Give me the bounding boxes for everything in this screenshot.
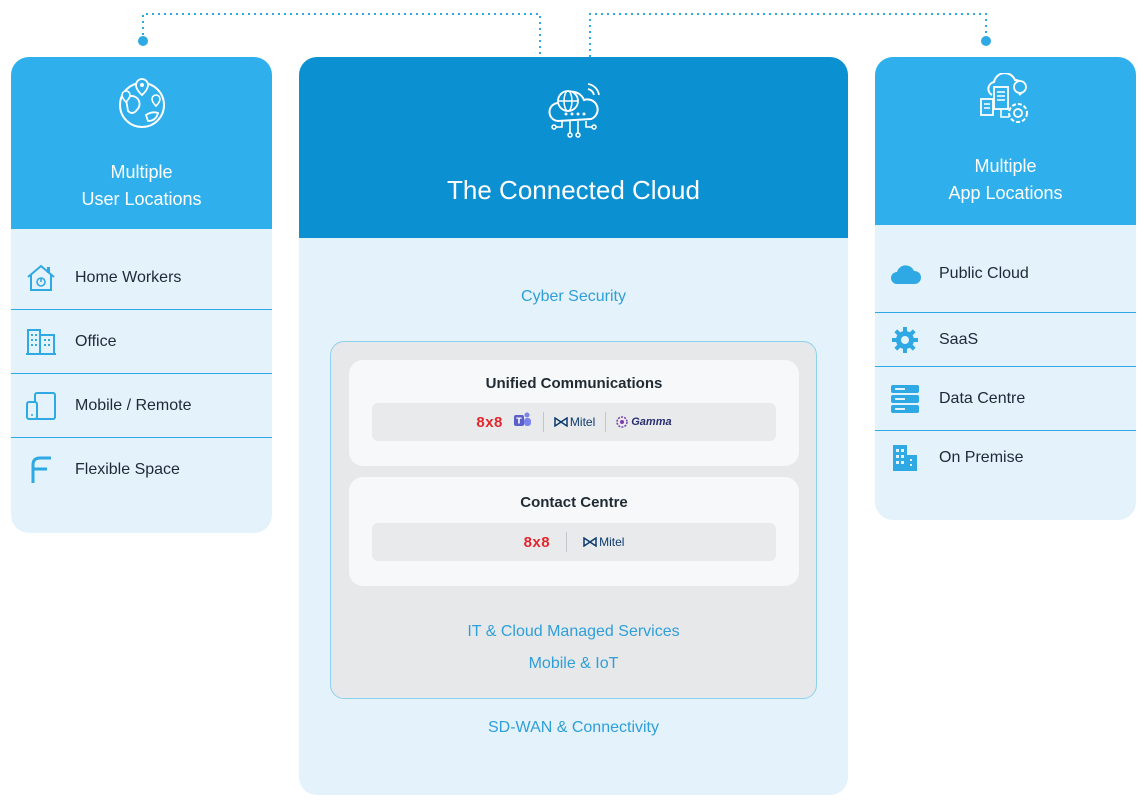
app-locations-title-line1: Multiple (974, 156, 1037, 176)
contact-centre-logos: 8x8 Mitel (372, 523, 776, 561)
left-connector-dot (138, 36, 148, 46)
user-locations-title-line2: User Locations (81, 189, 202, 209)
logo-separator (542, 412, 544, 432)
list-item-label: Home Workers (75, 268, 182, 286)
user-locations-title-line1: Multiple (110, 162, 173, 182)
microsoft-teams-icon: T (513, 411, 533, 434)
logo-8x8: 8x8 (523, 533, 551, 551)
unified-communications-card[interactable]: Unified Communications 8x8 T Mitel Gamma (349, 360, 799, 466)
list-item-label: SaaS (939, 330, 979, 348)
connected-cloud-panel: The Connected Cloud Cyber Security Unifi… (299, 57, 848, 795)
user-locations-panel: Multiple User Locations Home Workers Off… (11, 57, 272, 533)
app-locations-list: Public Cloud SaaS Data Centre On Premise (875, 225, 1136, 485)
contact-centre-card[interactable]: Contact Centre 8x8 Mitel (349, 477, 799, 586)
list-item-label: On Premise (939, 449, 1024, 466)
cyber-security-label[interactable]: Cyber Security (299, 288, 848, 306)
mobile-tablet-icon (25, 390, 57, 422)
logo-8x8: 8x8 (476, 413, 503, 431)
logo-gamma-text: Gamma (631, 416, 672, 428)
user-locations-header: Multiple User Locations (11, 57, 272, 229)
right-connector (589, 13, 987, 57)
logo-mitel-text: Mitel (569, 415, 596, 429)
list-item-data-centre[interactable]: Data Centre (875, 367, 1136, 431)
sdwan-connectivity-label[interactable]: SD-WAN & Connectivity (299, 719, 848, 737)
list-item-label: Public Cloud (939, 264, 1029, 282)
list-item-saas[interactable]: SaaS (875, 313, 1136, 367)
home-icon (25, 262, 57, 294)
flexible-space-icon (25, 454, 57, 486)
cloud-network-icon (299, 57, 848, 143)
list-item-flexible-space[interactable]: Flexible Space (11, 438, 272, 502)
left-connector (142, 13, 541, 57)
globe-pin-icon (11, 57, 272, 137)
app-locations-panel: Multiple App Locations Public Cloud SaaS… (875, 57, 1136, 520)
list-item-label: Flexible Space (75, 461, 180, 478)
svg-text:T: T (516, 416, 522, 425)
mobile-iot-label[interactable]: Mobile & IoT (331, 655, 816, 673)
list-item-public-cloud[interactable]: Public Cloud (875, 225, 1136, 313)
right-connector-dot (981, 36, 991, 46)
list-item-label: Office (75, 332, 117, 350)
office-building-icon (25, 326, 57, 358)
server-stack-icon (889, 383, 921, 415)
list-item-label: Mobile / Remote (75, 396, 192, 414)
app-locations-title-line2: App Locations (948, 183, 1063, 203)
app-locations-header: Multiple App Locations (875, 57, 1136, 225)
logo-mitel: Mitel (554, 415, 595, 429)
list-item-mobile-remote[interactable]: Mobile / Remote (11, 374, 272, 438)
cloud-apps-icon (875, 57, 1136, 131)
logo-separator (605, 412, 607, 432)
unified-communications-logos: 8x8 T Mitel Gamma (372, 403, 776, 441)
services-container: Unified Communications 8x8 T Mitel Gamma (330, 341, 817, 699)
logo-mitel: Mitel (583, 535, 624, 549)
connected-cloud-title: The Connected Cloud (447, 175, 700, 205)
logo-gamma: Gamma (616, 416, 672, 428)
contact-centre-title: Contact Centre (520, 494, 628, 511)
gear-icon (889, 324, 921, 356)
user-locations-list: Home Workers Office Mobile / Remote Flex… (11, 229, 272, 502)
list-item-label: Data Centre (939, 389, 1026, 407)
unified-communications-title: Unified Communications (485, 375, 663, 392)
logo-separator (566, 532, 568, 552)
buildings-icon (889, 442, 921, 474)
logo-mitel-text: Mitel (599, 535, 625, 549)
list-item-office[interactable]: Office (11, 310, 272, 374)
connector-lines (138, 13, 991, 57)
list-item-on-premise[interactable]: On Premise (875, 431, 1136, 485)
list-item-home-workers[interactable]: Home Workers (11, 246, 272, 310)
cloud-icon (889, 258, 921, 290)
it-cloud-managed-services-label[interactable]: IT & Cloud Managed Services (331, 623, 816, 641)
connected-cloud-header: The Connected Cloud (299, 57, 848, 238)
